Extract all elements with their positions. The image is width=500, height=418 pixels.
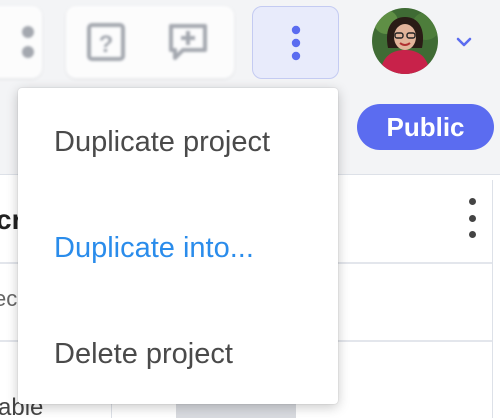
kebab-vertical-icon bbox=[291, 25, 300, 60]
help-icon: ? bbox=[87, 23, 125, 61]
menu-item-delete-project[interactable]: Delete project bbox=[18, 324, 338, 384]
user-avatar[interactable] bbox=[372, 8, 438, 74]
center-tool-group: ? bbox=[66, 6, 234, 78]
grid-button[interactable] bbox=[6, 20, 50, 64]
more-options-button[interactable] bbox=[252, 6, 339, 79]
left-tool-group bbox=[0, 6, 42, 78]
chevron-down-icon bbox=[456, 37, 472, 47]
visibility-badge[interactable]: Public bbox=[357, 104, 494, 150]
add-comment-icon bbox=[169, 24, 207, 60]
menu-item-duplicate-project[interactable]: Duplicate project bbox=[18, 112, 338, 172]
account-menu-chevron[interactable] bbox=[454, 34, 474, 50]
add-comment-button[interactable] bbox=[166, 20, 210, 64]
scrollbar-track[interactable] bbox=[492, 180, 500, 418]
kebab-dot bbox=[468, 231, 476, 238]
help-button[interactable]: ? bbox=[84, 20, 128, 64]
project-options-menu: Duplicate project Duplicate into... Dele… bbox=[18, 88, 338, 404]
table-cell: ec bbox=[0, 286, 18, 311]
svg-text:?: ? bbox=[99, 31, 114, 58]
kebab-dot bbox=[468, 198, 476, 205]
top-toolbar: ? bbox=[0, 0, 500, 86]
menu-item-duplicate-into[interactable]: Duplicate into... bbox=[18, 218, 338, 278]
row-options-button[interactable] bbox=[462, 198, 482, 238]
grid-icon bbox=[22, 26, 34, 58]
avatar-image bbox=[372, 8, 438, 74]
kebab-dot bbox=[468, 214, 476, 222]
